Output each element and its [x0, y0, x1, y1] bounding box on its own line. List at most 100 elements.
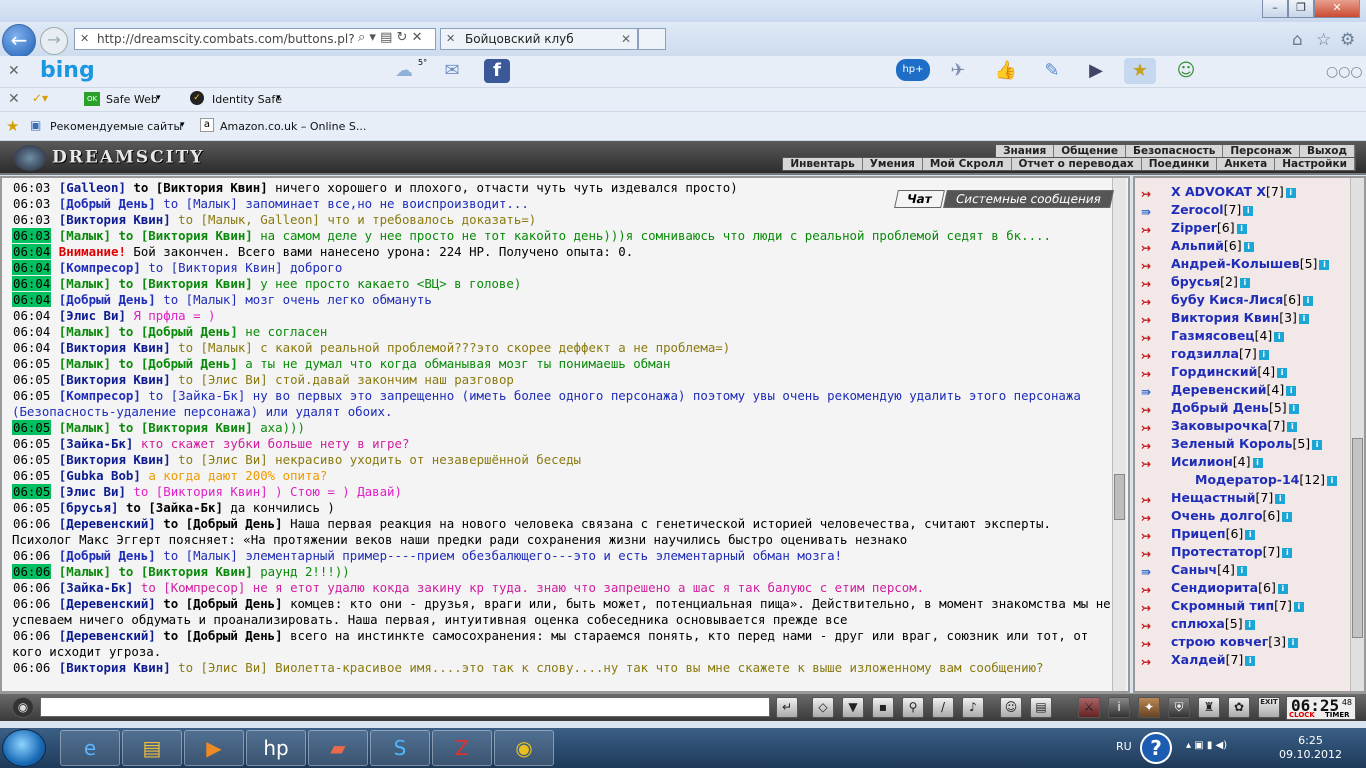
user-info-icon[interactable]: i: [1287, 422, 1298, 432]
user-list-item[interactable]: ⇛ Деревенский[4] i: [1141, 382, 1353, 400]
message-author[interactable]: [Малык]: [59, 420, 111, 435]
user-list-item[interactable]: ↣ Исилион[4] i: [1141, 454, 1353, 472]
user-list-item[interactable]: ↣ строю ковчег[3] i: [1141, 634, 1353, 652]
message-target[interactable]: to [Виктория Квин]: [133, 484, 267, 499]
combats-icon[interactable]: Z: [432, 730, 492, 766]
user-list-item[interactable]: ↣ сплюха[5] i: [1141, 616, 1353, 634]
user-list-item[interactable]: ⇛ Саныч[4] i: [1141, 562, 1353, 580]
walk-icon[interactable]: ⚲: [902, 697, 924, 718]
more-icon[interactable]: ○○○: [1326, 64, 1363, 80]
message-target[interactable]: to [Добрый День]: [163, 516, 282, 531]
user-name[interactable]: Газмясовец: [1171, 328, 1255, 343]
message-time[interactable]: 06:06: [12, 596, 51, 611]
message-time[interactable]: 06:05: [12, 388, 51, 403]
maximize-button[interactable]: ❐: [1288, 0, 1314, 18]
message-author[interactable]: [Виктория Квин]: [59, 372, 171, 387]
message-target[interactable]: to [Элис Ви]: [178, 452, 268, 467]
message-time[interactable]: 06:04: [12, 244, 52, 259]
user-info-icon[interactable]: i: [1275, 494, 1286, 504]
user-name[interactable]: сплюха: [1171, 616, 1225, 631]
tab-chat[interactable]: Чат: [894, 190, 945, 208]
user-info-icon[interactable]: i: [1298, 314, 1309, 324]
user-info-icon[interactable]: i: [1327, 476, 1338, 486]
menu-top-item[interactable]: Общение: [1054, 145, 1126, 157]
message-author[interactable]: [Добрый День]: [59, 548, 156, 563]
favorites-star-icon[interactable]: ☆: [1316, 30, 1331, 50]
message-author[interactable]: [Виктория Квин]: [59, 212, 171, 227]
sword-icon[interactable]: ⚔: [1078, 697, 1100, 718]
language-indicator[interactable]: RU: [1116, 740, 1132, 753]
user-info-icon[interactable]: i: [1303, 296, 1313, 306]
message-target[interactable]: to [Малык]: [163, 196, 238, 211]
minimize-button[interactable]: –: [1262, 0, 1288, 18]
helmet-icon[interactable]: ⛨: [1168, 697, 1190, 718]
refresh-icon[interactable]: ↻: [397, 30, 408, 45]
user-list-item[interactable]: ↣Модератор-14[12]i: [1141, 472, 1353, 490]
user-name[interactable]: Zipper: [1171, 220, 1217, 235]
menu-bottom-item[interactable]: Отчет о переводах: [1012, 158, 1142, 170]
message-target[interactable]: to [Добрый День]: [118, 324, 237, 339]
facebook-icon[interactable]: f: [484, 59, 510, 83]
user-info-icon[interactable]: i: [1243, 206, 1254, 216]
user-list-item[interactable]: ↣ бубу Кися-Лися[6] i: [1141, 292, 1353, 310]
internet-explorer-icon[interactable]: e: [60, 730, 120, 766]
message-target[interactable]: to [Компресор]: [141, 580, 245, 595]
stop-icon[interactable]: ✕: [412, 30, 423, 45]
user-name[interactable]: Заковырочка: [1171, 418, 1268, 433]
user-name[interactable]: Исилион: [1171, 454, 1233, 469]
user-list-item[interactable]: ↣ Очень долго[6] i: [1141, 508, 1353, 526]
user-name[interactable]: Zerocol: [1171, 202, 1224, 217]
message-time[interactable]: 06:06: [12, 516, 51, 531]
user-name[interactable]: строю ковчег: [1171, 634, 1268, 649]
message-author[interactable]: [Компресор]: [59, 260, 141, 275]
message-time[interactable]: 06:06: [12, 628, 51, 643]
sound-icon[interactable]: ♪: [962, 697, 984, 718]
message-author[interactable]: [Добрый День]: [59, 292, 156, 307]
private-icon[interactable]: /: [932, 697, 954, 718]
message-target[interactable]: to [Малык]: [178, 340, 253, 355]
message-time[interactable]: 06:04: [12, 276, 52, 291]
user-name[interactable]: Модератор-14: [1195, 472, 1299, 487]
user-list-item[interactable]: ↣ Протестатор[7] i: [1141, 544, 1353, 562]
message-target[interactable]: to [Малык]: [163, 548, 238, 563]
message-time[interactable]: 06:05: [12, 356, 51, 371]
user-name[interactable]: Альпий: [1171, 238, 1224, 253]
user-info-icon[interactable]: i: [1282, 548, 1293, 558]
message-author[interactable]: [Малык]: [59, 276, 111, 291]
taskbar-clock[interactable]: 6:25 09.10.2012: [1279, 734, 1342, 762]
user-list-item[interactable]: ↣ Халдей[7] i: [1141, 652, 1353, 670]
tab-fight-club[interactable]: ✕ Бойцовский клуб ✕: [440, 28, 638, 50]
message-time[interactable]: 06:03: [12, 228, 52, 243]
message-time[interactable]: 06:05: [12, 420, 52, 435]
user-name[interactable]: Очень долго: [1171, 508, 1263, 523]
chat-bubble-icon[interactable]: ✎: [1036, 58, 1068, 84]
menu-top-item[interactable]: Безопасность: [1126, 145, 1224, 157]
shop-icon[interactable]: ✦: [1138, 697, 1160, 718]
message-author[interactable]: [Деревенский]: [59, 516, 156, 531]
amazon-link[interactable]: Amazon.co.uk – Online S...: [220, 120, 366, 133]
message-author[interactable]: [Малык]: [59, 564, 111, 579]
user-name[interactable]: годзилла: [1171, 346, 1239, 361]
message-author[interactable]: [брусья]: [59, 500, 119, 515]
hp-app-icon[interactable]: hp: [246, 730, 306, 766]
help-icon[interactable]: ?: [1140, 732, 1172, 764]
bing-logo[interactable]: bing: [40, 58, 95, 83]
paw-icon[interactable]: ✿: [1228, 697, 1250, 718]
menu-bottom-item[interactable]: Поединки: [1142, 158, 1218, 170]
message-time[interactable]: 06:04: [12, 324, 51, 339]
user-info-icon[interactable]: i: [1288, 404, 1299, 414]
message-time[interactable]: 06:05: [12, 436, 51, 451]
user-info-icon[interactable]: i: [1319, 260, 1330, 270]
user-list-item[interactable]: ⇛ Zerocol[7] i: [1141, 202, 1353, 220]
menu-top-item[interactable]: Знания: [996, 145, 1055, 157]
user-info-icon[interactable]: i: [1274, 332, 1285, 342]
favorites-star-icon[interactable]: ★: [6, 117, 19, 135]
mail-icon[interactable]: ✉: [436, 58, 468, 84]
user-info-icon[interactable]: i: [1245, 656, 1256, 666]
user-list-item[interactable]: ↣ Добрый День[5] i: [1141, 400, 1353, 418]
user-list-item[interactable]: ↣ Гординский[4] i: [1141, 364, 1353, 382]
user-info-icon[interactable]: i: [1243, 242, 1254, 252]
user-list-item[interactable]: ↣ Заковырочка[7] i: [1141, 418, 1353, 436]
app-icon[interactable]: ▰: [308, 730, 368, 766]
user-name[interactable]: Саныч: [1171, 562, 1217, 577]
